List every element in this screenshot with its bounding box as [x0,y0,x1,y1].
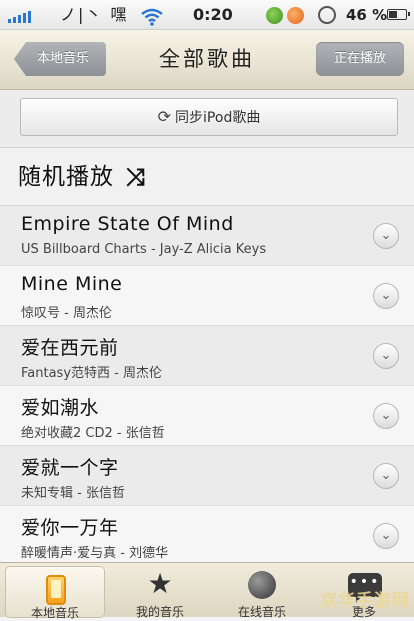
song-subtitle: 绝对收藏2 CD2 - 张信哲 [21,426,165,441]
song-list: Empire State Of Mind US Billboard Charts… [0,206,414,562]
chevron-down-icon[interactable]: ⌄ [373,343,399,369]
tab-local-music[interactable]: 本地音乐 [5,566,105,620]
globe-icon [248,571,276,599]
app-green-icon [266,7,283,24]
song-row[interactable]: 爱在西元前 Fantasy范特西 - 周杰伦 ⌄ [0,326,414,386]
tab-my-music[interactable]: ★ 我的音乐 [110,563,210,620]
battery-percent: 46 % [346,6,388,24]
sync-label: 同步iPod歌曲 [175,110,261,126]
sync-icon: ⟳ [157,107,172,126]
song-row[interactable]: 爱如潮水 绝对收藏2 CD2 - 张信哲 ⌄ [0,386,414,446]
chevron-down-icon[interactable]: ⌄ [373,223,399,249]
song-row[interactable]: 爱你一万年 醉暖情声·爱与真 - 刘德华 ⌄ [0,506,414,562]
song-subtitle: Fantasy范特西 - 周杰伦 [21,366,162,381]
back-button[interactable]: 本地音乐 [14,42,106,76]
carrier-label: ノ|丶 嘿 [60,5,129,24]
shuffle-label: 随机播放 [18,164,114,190]
phone-icon [46,575,66,605]
song-title: Empire State Of Mind [21,213,234,235]
watermark: 京华手游网 [320,591,410,611]
page-title: 全部歌曲 [159,47,255,71]
song-row[interactable]: Empire State Of Mind US Billboard Charts… [0,206,414,266]
shuffle-icon: ⤨ [126,163,146,191]
signal-icon [8,9,31,23]
star-icon: ★ [147,567,173,600]
clock: 0:20 [193,5,233,24]
chevron-down-icon[interactable]: ⌄ [373,283,399,309]
song-subtitle: 醉暖情声·爱与真 - 刘德华 [21,546,169,561]
song-subtitle: US Billboard Charts - Jay-Z Alicia Keys [21,242,267,257]
song-subtitle: 惊叹号 - 周杰伦 [21,306,112,321]
now-playing-button[interactable]: 正在播放 [316,42,404,76]
song-row[interactable]: 爱就一个字 未知专辑 - 张信哲 ⌄ [0,446,414,506]
song-title: 爱就一个字 [21,457,119,479]
chevron-down-icon[interactable]: ⌄ [373,463,399,489]
song-title: Mine Mine [21,273,123,295]
tab-label: 本地音乐 [30,606,79,620]
app-orange-icon [287,7,304,24]
tab-online-music[interactable]: 在线音乐 [212,563,312,619]
tab-label: 在线音乐 [237,605,286,619]
song-title: 爱你一万年 [21,517,119,539]
song-title: 爱如潮水 [21,397,100,419]
status-bar: ノ|丶 嘿 0:20 46 % [0,0,414,30]
rotation-lock-icon [318,6,336,24]
song-row[interactable]: Mine Mine 惊叹号 - 周杰伦 ⌄ [0,266,414,326]
sync-ipod-button[interactable]: ⟳ 同步iPod歌曲 [20,98,398,136]
song-subtitle: 未知专辑 - 张信哲 [21,486,125,501]
shuffle-row[interactable]: 随机播放 ⤨ [0,148,414,206]
chevron-down-icon[interactable]: ⌄ [373,403,399,429]
wifi-icon [140,6,164,26]
sync-section: ⟳ 同步iPod歌曲 [0,90,414,148]
song-title: 爱在西元前 [21,337,119,359]
tab-label: 我的音乐 [135,605,184,619]
battery-icon [387,9,410,20]
chevron-down-icon[interactable]: ⌄ [373,523,399,549]
nav-header: 本地音乐 全部歌曲 正在播放 [0,30,414,90]
